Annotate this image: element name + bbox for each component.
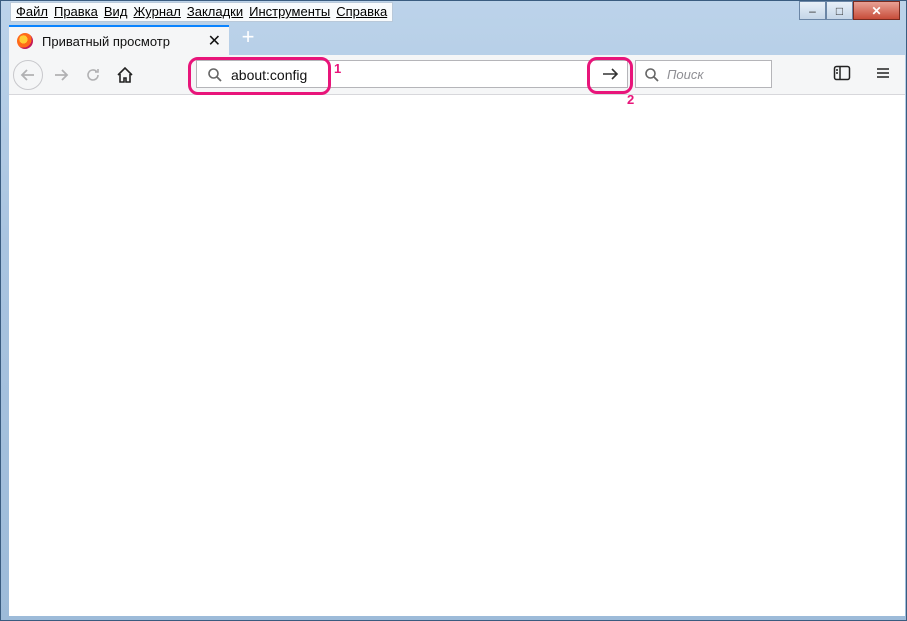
forward-icon bbox=[55, 69, 69, 81]
menu-view[interactable]: Вид bbox=[101, 3, 131, 21]
reload-icon bbox=[87, 69, 99, 81]
highlight-go-button bbox=[587, 57, 633, 94]
back-button[interactable] bbox=[13, 60, 43, 90]
forward-button[interactable] bbox=[47, 61, 75, 89]
browser-window: Файл Правка Вид Журнал Закладки Инструме… bbox=[0, 0, 907, 621]
tab-title: Приватный просмотр bbox=[42, 33, 170, 49]
menu-help[interactable]: Справка bbox=[333, 3, 390, 21]
window-controls: – □ ✕ bbox=[799, 1, 900, 20]
page-content bbox=[9, 95, 905, 616]
highlight-url-input bbox=[188, 57, 331, 95]
maximize-button[interactable]: □ bbox=[826, 1, 853, 20]
menu-file[interactable]: Файл bbox=[13, 3, 51, 21]
hamburger-menu-icon bbox=[877, 68, 889, 78]
menu-tools[interactable]: Инструменты bbox=[246, 3, 333, 21]
tab-private-browsing[interactable]: Приватный просмотр ✕ bbox=[9, 25, 229, 55]
new-tab-button[interactable]: + bbox=[237, 26, 259, 50]
annotation-number: 2 bbox=[627, 92, 635, 107]
menu-bar: Файл Правка Вид Журнал Закладки Инструме… bbox=[10, 2, 394, 22]
open-menu-button[interactable] bbox=[875, 65, 891, 86]
nav-toolbar: about:config Поиск bbox=[9, 55, 905, 95]
sidebar-icon bbox=[833, 65, 851, 81]
tab-close-button[interactable]: ✕ bbox=[208, 31, 221, 51]
search-box[interactable]: Поиск bbox=[635, 60, 772, 88]
back-icon bbox=[20, 69, 34, 81]
home-icon bbox=[117, 66, 133, 83]
close-window-button[interactable]: ✕ bbox=[853, 1, 900, 20]
menu-bookmarks[interactable]: Закладки bbox=[184, 3, 246, 21]
home-button[interactable] bbox=[111, 61, 139, 89]
search-placeholder: Поиск bbox=[667, 67, 704, 82]
search-icon bbox=[645, 68, 659, 82]
firefox-icon bbox=[17, 33, 33, 49]
reload-button[interactable] bbox=[79, 61, 107, 89]
menu-history[interactable]: Журнал bbox=[130, 3, 183, 21]
annotation-number: 1 bbox=[334, 61, 342, 76]
sidebar-button[interactable] bbox=[833, 65, 851, 86]
minimize-button[interactable]: – bbox=[799, 1, 826, 20]
menu-edit[interactable]: Правка bbox=[51, 3, 101, 21]
